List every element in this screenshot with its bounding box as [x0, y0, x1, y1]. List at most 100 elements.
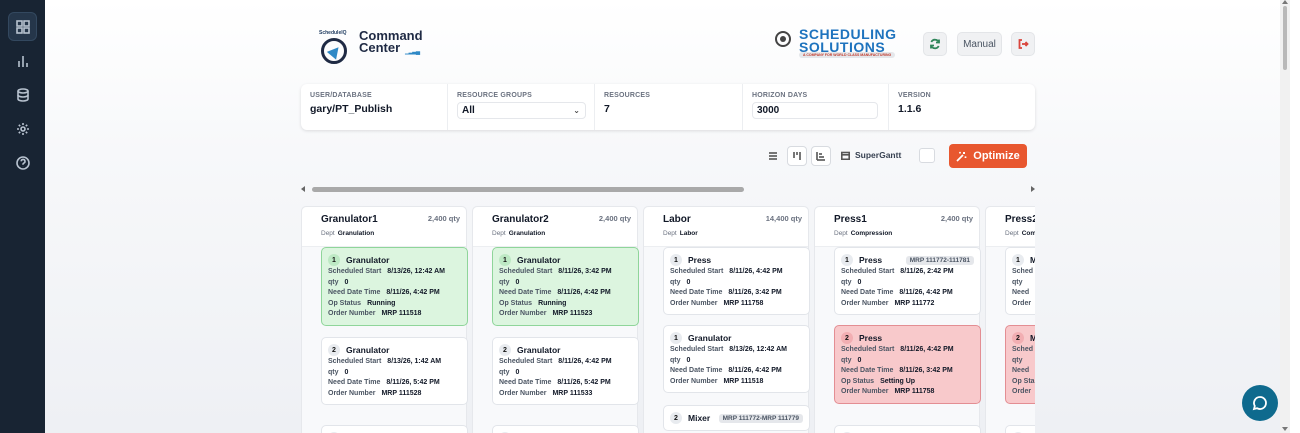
gantt-view-button[interactable] — [811, 146, 831, 166]
card-field: Scheduled Start 8/13/26, 12:42 AM — [670, 345, 803, 356]
logout-button[interactable] — [1011, 32, 1035, 56]
card-header: 2 Granulator — [328, 343, 461, 357]
page-scroll-thumb[interactable] — [1283, 6, 1287, 70]
field-label: Op Status — [499, 299, 533, 307]
operation-card[interactable]: 3Mixer — [834, 425, 981, 433]
field-label: Order Number — [841, 388, 889, 395]
column-name: Press2 — [1005, 214, 1035, 225]
toggle-checkbox[interactable] — [919, 148, 935, 163]
column-header: Granulator1 2,400 qty Dept Granulation — [302, 207, 466, 247]
card-header: 2M — [1012, 331, 1035, 345]
field-label: Scheduled Start — [328, 358, 382, 365]
operation-card[interactable]: 1 Granulator Scheduled Start 8/13/26, 12:42… — [663, 325, 810, 393]
optimize-label: Optimize — [973, 150, 1020, 162]
operation-card[interactable]: 3Filler — [492, 425, 639, 433]
dept-value: Compression — [1021, 230, 1035, 237]
card-header: 1 Press — [670, 253, 803, 267]
list-view-button[interactable] — [763, 146, 783, 166]
operation-card[interactable]: 1 M Sched qty Need Order — [1005, 247, 1035, 315]
card-field: Order Number MRP 111758 — [670, 299, 803, 310]
resource-groups-select[interactable]: All ⌄ — [457, 102, 586, 119]
column-dept: DeptCompression — [1005, 230, 1035, 237]
column-name: Labor — [663, 214, 691, 225]
card-field: Scheduled Start 8/11/26, 4:42 PM — [841, 345, 974, 356]
column-name: Press1 — [834, 214, 867, 225]
board-horizontal-scrollbar[interactable] — [301, 185, 1035, 194]
order-range-tag: MRP 111772-111781 — [905, 255, 974, 265]
chevron-down-icon: ⌄ — [573, 106, 580, 115]
card-field: Op Status Setting Up — [841, 377, 974, 388]
operation-card[interactable]: 3Filler — [321, 425, 468, 433]
operation-card[interactable]: 2 Granulator Scheduled Start 8/13/26, 1:42 … — [321, 337, 468, 405]
field-label: qty — [499, 278, 510, 286]
field-value: 8/11/26, 3:42 PM — [728, 289, 782, 296]
scrollbar-thumb[interactable] — [312, 187, 744, 192]
operation-card[interactable]: 1 Press MRP 111772-111781 Scheduled Start 8/… — [834, 247, 981, 315]
field-value: 8/11/26, 4:42 PM — [558, 358, 612, 365]
card-field: qty — [1012, 278, 1035, 289]
operation-card[interactable]: 1 Granulator Scheduled Start 8/11/26, 3:42 … — [492, 247, 639, 326]
card-field: Need Date Time 8/11/26, 5:42 PM — [328, 378, 461, 389]
sidebar-item-database[interactable] — [8, 80, 37, 109]
field-label: Op Status — [328, 299, 362, 307]
operation-name: M — [1030, 255, 1035, 265]
board-view-button[interactable] — [787, 146, 807, 166]
refresh-button[interactable] — [923, 32, 947, 56]
operation-card[interactable]: 2 Granulator Scheduled Start 8/11/26, 4:42 … — [492, 337, 639, 405]
operation-card[interactable]: 3 — [1005, 425, 1035, 433]
operation-card[interactable]: 2 M Sched qty Need Op Sta Order — [1005, 325, 1035, 404]
field-value: 8/11/26, 4:42 PM — [899, 289, 953, 296]
scroll-down-icon[interactable] — [1282, 427, 1288, 431]
field-value: 8/13/26, 12:42 AM — [387, 268, 446, 275]
operation-card[interactable]: 2 Press Scheduled Start 8/11/26, 4:42 PM qty… — [834, 325, 981, 404]
sidebar-item-analytics[interactable] — [8, 46, 37, 75]
chat-bubble-icon — [1252, 396, 1267, 411]
sidebar-item-settings[interactable] — [8, 114, 37, 143]
field-value: 8/11/26, 5:42 PM — [557, 379, 611, 386]
columns-icon — [793, 152, 801, 160]
column-qty: 2,400 qty — [940, 214, 973, 223]
card-field: Order Number MRP 111518 — [328, 309, 461, 320]
sequence-badge: 1 — [1012, 254, 1024, 266]
dept-value: Compression — [850, 230, 893, 237]
optimize-button[interactable]: Optimize — [949, 144, 1027, 168]
sequence-badge: 2 — [328, 344, 340, 356]
horizon-days-input[interactable]: 3000 — [752, 102, 878, 119]
operation-card[interactable]: 1 Press Scheduled Start 8/11/26, 4:42 PM qty… — [663, 247, 810, 315]
operation-name: Granulator — [346, 255, 390, 265]
sidebar-item-help[interactable] — [8, 148, 37, 177]
manual-button[interactable]: Manual — [957, 32, 1002, 56]
resource-column: Labor 14,400 qty Dept Labor 1 Press Scheduled … — [643, 206, 810, 433]
card-field: Need Date Time 8/11/26, 4:42 PM — [328, 288, 461, 299]
card-header: 1 Granulator — [499, 253, 632, 267]
field-label: Scheduled Start — [499, 358, 553, 365]
list-icon — [769, 152, 777, 160]
card-field: qty 0 — [499, 278, 632, 289]
sidebar-item-dashboard[interactable] — [8, 12, 37, 41]
field-value: 8/13/26, 1:42 AM — [387, 358, 442, 365]
scroll-left-icon[interactable] — [301, 186, 305, 192]
supergantt-button[interactable]: SuperGantt — [841, 150, 901, 160]
page-vertical-scrollbar[interactable] — [1280, 0, 1290, 433]
command-center-logo: ScheduleIQ Command Center ▁▂▃▄ — [319, 28, 429, 68]
card-header: 1M — [1012, 253, 1035, 267]
column-qty: 2,400 qty — [598, 214, 631, 223]
order-range-tag: MRP 111772-MRP 111779 — [718, 413, 803, 423]
field-label: Scheduled Start — [499, 268, 553, 275]
field-value: 8/13/26, 12:42 AM — [729, 346, 788, 353]
column-qty: 2,400 qty — [427, 214, 460, 223]
field-value: MRP 111518 — [723, 377, 764, 385]
help-icon — [15, 155, 30, 170]
resource-column: Press1 2,400 qty Dept Compression 1 Press MRP … — [814, 206, 981, 433]
card-field: Need Date Time 8/11/26, 4:42 PM — [499, 288, 632, 299]
operation-card[interactable]: 1 Granulator Scheduled Start 8/13/26, 12:42… — [321, 247, 468, 326]
field-value: 0 — [686, 356, 691, 364]
operation-card[interactable]: 2 Mixer MRP 111772-MRP 111779 — [663, 405, 810, 431]
scroll-up-icon[interactable] — [1282, 0, 1288, 4]
field-value: MRP 111772 — [894, 299, 935, 307]
field-value: 8/11/26, 4:42 PM — [728, 367, 782, 374]
chat-button[interactable] — [1242, 385, 1278, 421]
scroll-right-icon[interactable] — [1031, 186, 1035, 192]
sequence-badge: 2 — [841, 332, 853, 344]
card-field: Scheduled Start 8/11/26, 3:42 PM — [499, 267, 632, 278]
